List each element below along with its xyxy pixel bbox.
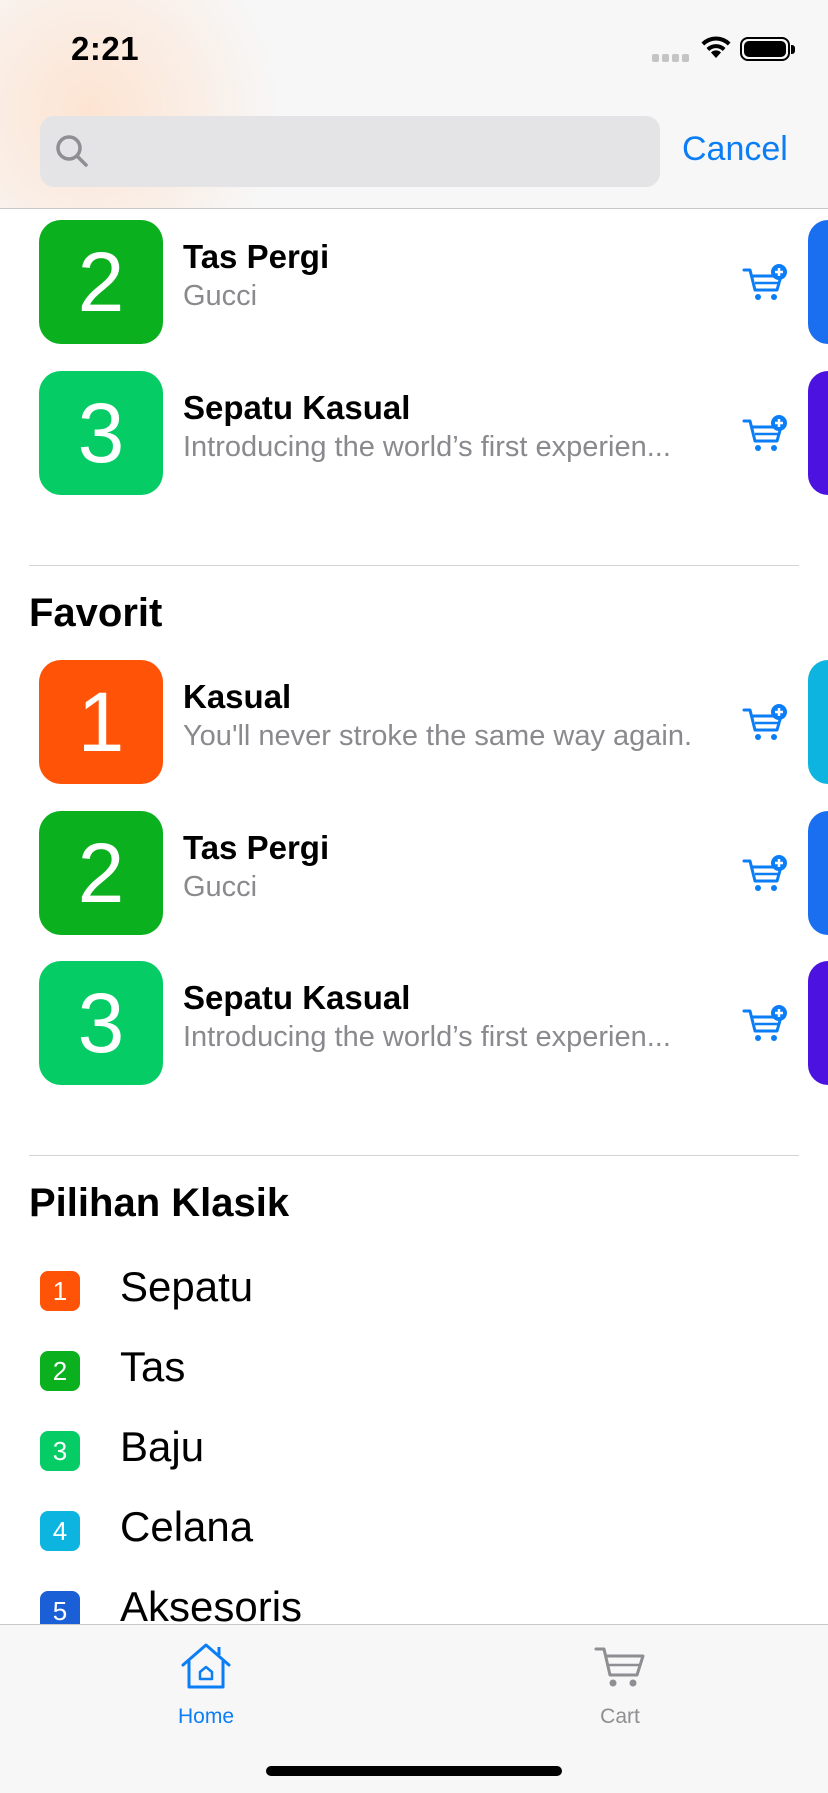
item-title: Kasual [183,678,292,715]
status-time: 2:21 [71,30,140,67]
list-item[interactable]: 1 Kasual You'll never stroke the same wa… [0,660,828,784]
item-peek [808,811,828,935]
cart-add-icon[interactable] [741,1005,789,1045]
item-peek [808,961,828,1085]
section-title-pilihan-klasik: Pilihan Klasik [29,1181,290,1225]
cart-icon [594,1647,645,1687]
cart-add-icon[interactable] [741,415,789,455]
item-thumbnail: 3 [39,371,163,495]
category-label: Celana [120,1503,254,1550]
cancel-button[interactable]: Cancel [682,130,788,169]
battery-icon [740,37,795,61]
category-label: Aksesoris [120,1583,303,1624]
item-subtitle: You'll never stroke the same way again. [183,720,693,752]
cart-add-icon[interactable] [741,704,789,744]
tab-cart-label: Cart [600,1705,640,1728]
item-peek [808,660,828,784]
item-peek [808,220,828,344]
search-input[interactable] [106,116,650,189]
category-item-tas[interactable]: 2 Tas [0,1339,828,1403]
category-label: Baju [120,1423,205,1470]
wifi-icon [701,36,731,58]
category-item-celana[interactable]: 4 Celana [0,1499,828,1563]
item-subtitle: Gucci [183,871,258,903]
category-badge: 2 [40,1351,80,1391]
home-indicator [266,1766,562,1776]
list-item[interactable]: 2 Tas Pergi Gucci [0,811,828,935]
list-item[interactable]: 3 Sepatu Kasual Introducing the world’s … [0,961,828,1085]
section-divider [29,1155,799,1156]
search-bar[interactable] [40,116,660,189]
search-icon [56,135,88,167]
search-results-list[interactable]: 2 Tas Pergi Gucci 3 Sepatu Kasual Introd… [0,209,828,1624]
item-thumbnail: 2 [39,220,163,344]
cellular-signal-icon [652,49,692,62]
item-title: Sepatu Kasual [183,389,411,426]
tab-home[interactable]: Home [126,1641,286,1731]
list-item[interactable]: 2 Tas Pergi Gucci [0,220,828,344]
item-thumbnail: 2 [39,811,163,935]
category-badge: 1 [40,1271,80,1311]
category-item-aksesoris[interactable]: 5 Aksesoris [0,1579,828,1624]
status-bar: 2:21 [0,0,828,100]
category-badge: 5 [40,1591,80,1624]
category-label: Tas [120,1343,186,1390]
category-badge: 4 [40,1511,80,1551]
section-title-favorit: Favorit [29,591,163,635]
navigation-header: 2:21 Cancel [0,0,828,209]
list-item[interactable]: 3 Sepatu Kasual Introducing the world’s … [0,371,828,495]
category-item-baju[interactable]: 3 Baju [0,1419,828,1483]
item-title: Tas Pergi [183,238,330,275]
item-subtitle: Introducing the world’s first experien..… [183,1021,671,1053]
cart-add-icon[interactable] [741,264,789,304]
category-item-sepatu[interactable]: 1 Sepatu [0,1259,828,1323]
item-thumbnail: 3 [39,961,163,1085]
tab-cart[interactable]: Cart [540,1641,700,1731]
item-subtitle: Introducing the world’s first experien..… [183,431,671,463]
item-title: Tas Pergi [183,829,330,866]
section-divider [29,565,799,566]
item-subtitle: Gucci [183,280,258,312]
category-label: Sepatu [120,1263,254,1310]
category-badge: 3 [40,1431,80,1471]
home-icon [181,1643,231,1689]
item-peek [808,371,828,495]
item-thumbnail: 1 [39,660,163,784]
cart-add-icon[interactable] [741,855,789,895]
item-title: Sepatu Kasual [183,979,411,1016]
tab-home-label: Home [177,1705,235,1728]
